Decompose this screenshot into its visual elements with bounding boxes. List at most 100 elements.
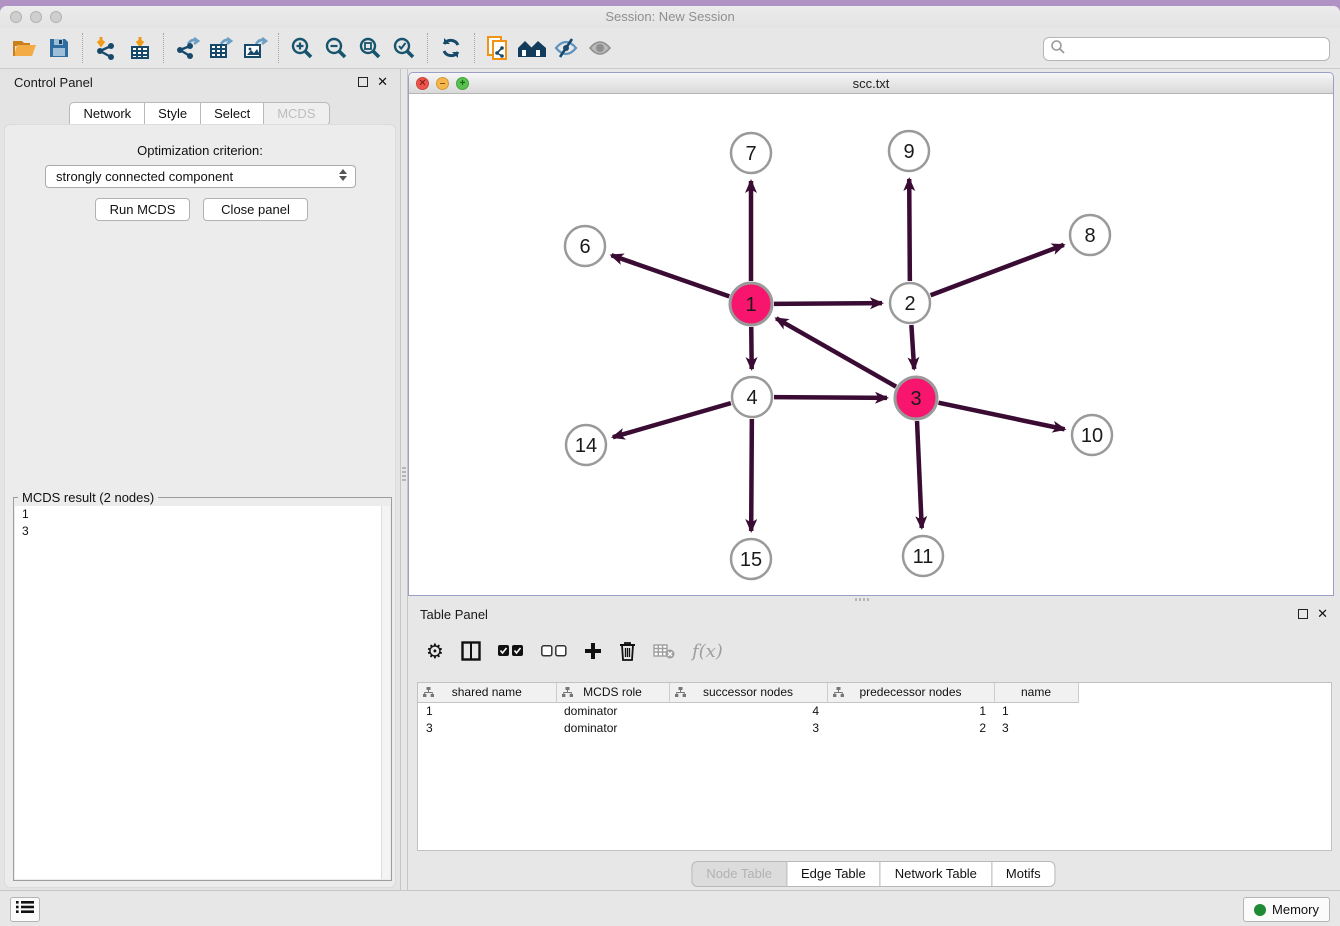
result-line: 1 <box>15 506 390 523</box>
first-neighbors-icon[interactable] <box>515 33 549 63</box>
memory-button[interactable]: Memory <box>1243 897 1330 922</box>
node-label-11: 11 <box>913 546 934 568</box>
column-header-mcds-role[interactable]: MCDS role <box>556 683 669 702</box>
node-label-15: 15 <box>740 549 762 571</box>
tab-mcds[interactable]: MCDS <box>263 102 329 126</box>
toolbar-separator <box>163 33 164 63</box>
zoom-selected-icon[interactable] <box>387 33 421 63</box>
column-header-successor-nodes[interactable]: successor nodes <box>669 683 827 702</box>
result-scrollbar[interactable] <box>381 506 390 879</box>
edge-4-3[interactable] <box>774 397 887 398</box>
close-panel-button[interactable]: Close panel <box>203 198 308 221</box>
cell-name[interactable]: 1 <box>994 702 1078 719</box>
hide-selected-icon[interactable] <box>549 33 583 63</box>
run-mcds-button[interactable]: Run MCDS <box>95 198 190 221</box>
splitter-handle[interactable] <box>402 467 406 483</box>
edge-3-10[interactable] <box>939 403 1065 430</box>
float-panel-icon[interactable] <box>358 77 368 87</box>
network-graph[interactable]: 7968124314101511 <box>409 95 1333 595</box>
dropdown-stepper-icon <box>339 169 347 181</box>
node-table-grid: shared name MCDS role successor nodes pr… <box>418 683 1079 736</box>
edge-1-6[interactable] <box>611 255 729 296</box>
split-view-icon[interactable] <box>461 637 481 665</box>
table-row[interactable]: 3 dominator 3 2 3 <box>418 719 1078 736</box>
memory-status-icon <box>1254 904 1266 916</box>
tab-edge-table[interactable]: Edge Table <box>786 861 881 887</box>
zoom-out-icon[interactable] <box>319 33 353 63</box>
zoom-in-icon[interactable] <box>285 33 319 63</box>
import-network-icon[interactable] <box>89 33 123 63</box>
open-session-icon[interactable] <box>8 33 42 63</box>
edge-2-8[interactable] <box>931 245 1064 295</box>
zoom-fit-icon[interactable] <box>353 33 387 63</box>
mcds-result-text[interactable]: 1 3 <box>15 506 390 879</box>
toolbar-separator <box>278 33 279 63</box>
search-box[interactable] <box>1043 37 1330 61</box>
horizontal-splitter[interactable] <box>408 596 1340 604</box>
optimization-criterion-select[interactable]: strongly connected component <box>45 165 356 188</box>
cell-shared-name[interactable]: 1 <box>418 702 556 719</box>
column-header-name[interactable]: name <box>994 683 1078 702</box>
column-header-predecessor-nodes[interactable]: predecessor nodes <box>827 683 994 702</box>
show-all-icon[interactable] <box>583 33 617 63</box>
cell-mcds-role[interactable]: dominator <box>556 719 669 736</box>
cell-mcds-role[interactable]: dominator <box>556 702 669 719</box>
new-network-from-selection-icon[interactable] <box>481 33 515 63</box>
toolbar-separator <box>82 33 83 63</box>
cell-name[interactable]: 3 <box>994 719 1078 736</box>
tab-style[interactable]: Style <box>144 102 201 126</box>
float-panel-icon[interactable] <box>1298 609 1308 619</box>
cell-predecessor-nodes[interactable]: 2 <box>827 719 994 736</box>
export-image-icon[interactable] <box>238 33 272 63</box>
node-table[interactable]: shared name MCDS role successor nodes pr… <box>417 682 1332 851</box>
delete-table-icon[interactable] <box>653 637 675 665</box>
import-table-icon[interactable] <box>123 33 157 63</box>
tab-motifs[interactable]: Motifs <box>991 861 1056 887</box>
toolbar-separator <box>474 33 475 63</box>
select-all-columns-icon[interactable] <box>498 637 524 665</box>
mcds-result-box: MCDS result (2 nodes) 1 3 <box>13 497 392 881</box>
column-header-shared-name[interactable]: shared name <box>418 683 556 702</box>
node-label-10: 10 <box>1081 425 1103 447</box>
deselect-all-columns-icon[interactable] <box>541 637 567 665</box>
splitter-handle[interactable] <box>855 598 871 601</box>
export-table-icon[interactable] <box>204 33 238 63</box>
refresh-icon[interactable] <box>434 33 468 63</box>
tab-select[interactable]: Select <box>200 102 264 126</box>
hierarchy-icon <box>423 687 434 701</box>
edge-2-3[interactable] <box>911 325 914 369</box>
node-label-14: 14 <box>575 435 597 457</box>
edge-2-9[interactable] <box>909 179 910 281</box>
edge-4-14[interactable] <box>613 403 731 437</box>
edge-3-11[interactable] <box>917 421 922 528</box>
table-settings-icon[interactable]: ⚙ <box>426 637 444 665</box>
edge-1-2[interactable] <box>774 303 882 304</box>
network-canvas[interactable]: 7968124314101511 <box>409 95 1333 595</box>
toolbar-separator <box>427 33 428 63</box>
cell-predecessor-nodes[interactable]: 1 <box>827 702 994 719</box>
edge-4-15[interactable] <box>751 419 752 531</box>
control-panel-title: Control Panel <box>14 75 93 90</box>
tab-network[interactable]: Network <box>69 102 145 126</box>
close-panel-icon[interactable]: ✕ <box>1317 609 1328 619</box>
edge-3-1[interactable] <box>776 318 896 386</box>
cell-successor-nodes[interactable]: 4 <box>669 702 827 719</box>
cell-shared-name[interactable]: 3 <box>418 719 556 736</box>
export-network-icon[interactable] <box>170 33 204 63</box>
node-label-3: 3 <box>910 388 921 410</box>
function-builder-icon[interactable]: f(x) <box>692 637 723 665</box>
network-window-titlebar[interactable]: ✕ – + scc.txt <box>409 73 1333 94</box>
delete-column-icon[interactable] <box>619 637 636 665</box>
dropdown-selected-value: strongly connected component <box>56 169 233 184</box>
task-history-button[interactable] <box>10 897 40 922</box>
save-session-icon[interactable] <box>42 33 76 63</box>
add-column-icon[interactable] <box>584 637 602 665</box>
table-row[interactable]: 1 dominator 4 1 1 <box>418 702 1078 719</box>
cell-successor-nodes[interactable]: 3 <box>669 719 827 736</box>
tab-network-table[interactable]: Network Table <box>880 861 992 887</box>
table-tabs: Node Table Edge Table Network Table Moti… <box>692 861 1055 887</box>
vertical-splitter[interactable] <box>400 69 408 890</box>
close-panel-icon[interactable]: ✕ <box>377 77 388 87</box>
search-input[interactable] <box>1066 39 1329 59</box>
tab-node-table[interactable]: Node Table <box>691 861 787 887</box>
